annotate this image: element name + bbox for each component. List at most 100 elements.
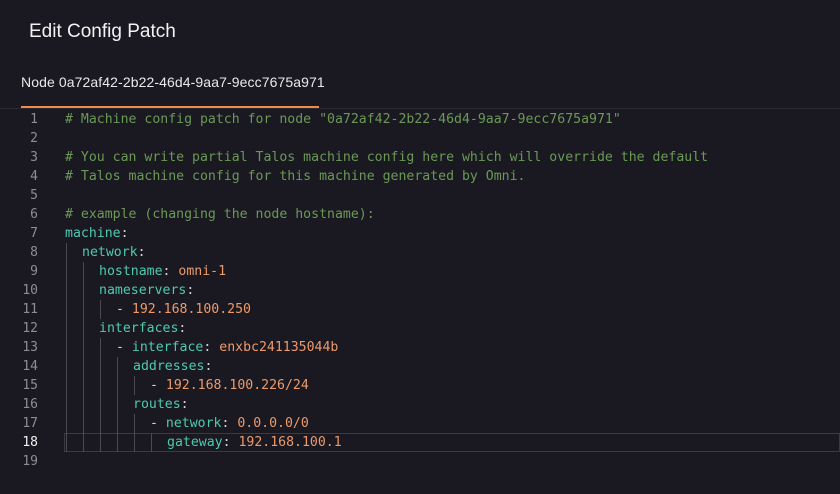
code-text: interfaces:	[99, 319, 186, 338]
token-key: interface	[131, 340, 204, 355]
indent-guide	[117, 414, 118, 433]
code-line[interactable]: 12 interfaces:	[0, 319, 840, 338]
code-area[interactable]: - interface: enxbc241135044b	[64, 338, 840, 357]
code-line[interactable]: 19	[0, 452, 840, 471]
indent-guide	[66, 281, 67, 300]
code-line[interactable]: 18 gateway: 192.168.100.1	[0, 433, 840, 452]
indent-guide	[117, 433, 118, 452]
indent-guide	[134, 433, 135, 452]
indent-guide	[83, 338, 84, 357]
code-text: - 192.168.100.250	[116, 300, 251, 319]
dialog-header: Edit Config Patch	[0, 0, 840, 64]
token-key: routes	[133, 397, 181, 412]
code-area[interactable]: # example (changing the node hostname):	[64, 205, 840, 224]
code-text: # You can write partial Talos machine co…	[65, 148, 708, 167]
code-area[interactable]: # You can write partial Talos machine co…	[64, 148, 840, 167]
line-number: 6	[30, 207, 38, 222]
indent-guide	[66, 433, 67, 452]
indent-guide	[66, 300, 67, 319]
token-key: hostname	[99, 264, 163, 279]
line-number: 12	[22, 321, 38, 336]
token-key: interfaces	[99, 321, 179, 336]
code-area[interactable]: interfaces:	[64, 319, 840, 338]
token-punct: :	[186, 283, 195, 298]
token-key: network	[82, 245, 138, 260]
line-number: 2	[30, 131, 38, 146]
token-punct: -	[150, 416, 166, 431]
code-line[interactable]: 10 nameservers:	[0, 281, 840, 300]
indent-guide	[83, 414, 84, 433]
code-area[interactable]: nameservers:	[64, 281, 840, 300]
token-punct: :	[221, 416, 238, 431]
tab-node[interactable]: Node 0a72af42-2b22-46d4-9aa7-9ecc7675a97…	[21, 64, 325, 108]
indent-guide	[66, 414, 67, 433]
code-line[interactable]: 6 # example (changing the node hostname):	[0, 205, 840, 224]
code-line[interactable]: 2	[0, 129, 840, 148]
code-text: # Talos machine config for this machine …	[65, 167, 526, 186]
indent-guide	[100, 338, 101, 357]
indent-guide	[66, 376, 67, 395]
code-area[interactable]: addresses:	[64, 357, 840, 376]
code-area[interactable]: gateway: 192.168.100.1	[64, 433, 840, 452]
indent-guide	[151, 433, 152, 452]
code-text: gateway: 192.168.100.1	[167, 433, 342, 452]
code-line[interactable]: 5	[0, 186, 840, 205]
code-line[interactable]: 13 - interface: enxbc241135044b	[0, 338, 840, 357]
code-text: nameservers:	[99, 281, 194, 300]
code-area[interactable]: - 192.168.100.250	[64, 300, 840, 319]
token-punct: :	[120, 226, 129, 241]
code-line[interactable]: 7 machine:	[0, 224, 840, 243]
token-key: gateway	[167, 435, 223, 450]
code-area[interactable]: # Machine config patch for node "0a72af4…	[64, 110, 840, 129]
token-comment: # Talos machine config for this machine …	[65, 169, 526, 184]
code-line[interactable]: 11 - 192.168.100.250	[0, 300, 840, 319]
code-line[interactable]: 1 # Machine config patch for node "0a72af…	[0, 110, 840, 129]
code-area[interactable]	[64, 129, 840, 148]
code-text: - network: 0.0.0.0/0	[150, 414, 309, 433]
code-text: # example (changing the node hostname):	[65, 205, 375, 224]
token-val: 192.168.100.1	[238, 435, 342, 450]
code-area[interactable]	[64, 452, 840, 471]
token-punct: :	[222, 435, 239, 450]
code-text: addresses:	[133, 357, 212, 376]
indent-guide	[83, 376, 84, 395]
line-number: 1	[30, 112, 38, 127]
code-area[interactable]: routes:	[64, 395, 840, 414]
code-line[interactable]: 15 - 192.168.100.226/24	[0, 376, 840, 395]
indent-guide	[66, 395, 67, 414]
code-area[interactable]	[64, 186, 840, 205]
line-number: 5	[30, 188, 38, 203]
code-area[interactable]: - 192.168.100.226/24	[64, 376, 840, 395]
code-area[interactable]: network:	[64, 243, 840, 262]
token-val: omni-1	[178, 264, 227, 279]
code-line[interactable]: 14 addresses:	[0, 357, 840, 376]
code-line[interactable]: 3 # You can write partial Talos machine c…	[0, 148, 840, 167]
code-line[interactable]: 4 # Talos machine config for this machine…	[0, 167, 840, 186]
code-area[interactable]: hostname: omni-1	[64, 262, 840, 281]
indent-guide	[83, 357, 84, 376]
line-number: 4	[30, 169, 38, 184]
code-line[interactable]: 9 hostname: omni-1	[0, 262, 840, 281]
token-comment: # You can write partial Talos machine co…	[65, 150, 709, 165]
code-text: hostname: omni-1	[99, 262, 226, 281]
indent-guide	[134, 414, 135, 433]
code-area[interactable]: - network: 0.0.0.0/0	[64, 414, 840, 433]
line-number: 3	[30, 150, 38, 165]
code-line[interactable]: 8 network:	[0, 243, 840, 262]
code-area[interactable]: # Talos machine config for this machine …	[64, 167, 840, 186]
indent-guide	[100, 300, 101, 319]
code-line[interactable]: 16 routes:	[0, 395, 840, 414]
indent-guide	[117, 395, 118, 414]
indent-guide	[83, 319, 84, 338]
indent-guide	[83, 395, 84, 414]
line-number: 16	[22, 397, 38, 412]
token-key: machine	[65, 226, 121, 241]
indent-guide	[100, 376, 101, 395]
code-editor[interactable]: 1 # Machine config patch for node "0a72af…	[0, 109, 840, 494]
code-line[interactable]: 17 - network: 0.0.0.0/0	[0, 414, 840, 433]
token-val: enxbc241135044b	[219, 340, 339, 355]
indent-guide	[100, 414, 101, 433]
code-area[interactable]: machine:	[64, 224, 840, 243]
code-text: routes:	[133, 395, 189, 414]
token-comment: # Machine config patch for node "0a72af4…	[65, 112, 621, 127]
